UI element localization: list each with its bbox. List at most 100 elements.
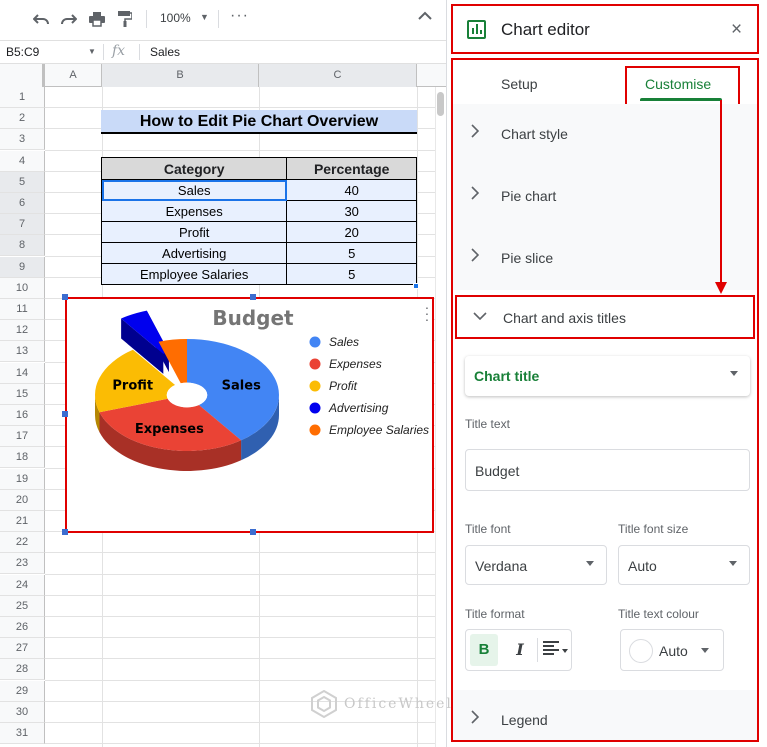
italic-button[interactable]: I: [506, 634, 534, 666]
row-header[interactable]: 11: [0, 299, 45, 320]
grid-line: [45, 658, 435, 660]
selection-fill-handle[interactable]: [413, 283, 419, 289]
row-header[interactable]: 22: [0, 532, 45, 554]
row-header[interactable]: 1: [0, 87, 45, 108]
section-pie-chart[interactable]: Pie chart: [453, 166, 757, 228]
resize-handle[interactable]: [250, 529, 256, 535]
tab-setup[interactable]: Setup: [501, 76, 538, 92]
row-header[interactable]: 17: [0, 426, 45, 448]
chart-menu-icon[interactable]: · · ·: [424, 300, 430, 326]
row-header[interactable]: 31: [0, 723, 45, 744]
colour-swatch: [629, 639, 653, 663]
name-box-caret-icon[interactable]: ▼: [88, 47, 96, 56]
row-header[interactable]: 27: [0, 638, 45, 660]
title-font-select[interactable]: Verdana: [465, 545, 607, 585]
align-caret-icon[interactable]: [562, 649, 568, 653]
sheet-title-cell[interactable]: How to Edit Pie Chart Overview: [101, 110, 417, 134]
scrollbar-thumb[interactable]: [437, 92, 444, 116]
section-label: Pie chart: [501, 188, 557, 204]
row-header[interactable]: 20: [0, 489, 45, 511]
table-cell-category[interactable]: Expenses: [100, 200, 288, 222]
row-header[interactable]: 4: [0, 150, 45, 172]
close-icon[interactable]: ×: [731, 19, 742, 41]
title-type-select[interactable]: Chart title: [465, 356, 750, 396]
more-options-icon[interactable]: ···: [230, 7, 249, 25]
row-header[interactable]: 16: [0, 405, 45, 426]
table-cell-percentage[interactable]: 5: [286, 242, 417, 264]
table-header-category[interactable]: Category: [100, 157, 288, 180]
row-header[interactable]: 30: [0, 701, 45, 723]
row-header[interactable]: 21: [0, 511, 45, 532]
row-header[interactable]: 8: [0, 235, 45, 257]
section-chart-axis-titles[interactable]: Chart and axis titles: [455, 295, 755, 339]
formula-input[interactable]: Sales: [150, 45, 180, 59]
row-header[interactable]: 15: [0, 383, 45, 405]
name-box[interactable]: B5:C9: [6, 45, 39, 59]
row-header[interactable]: 12: [0, 320, 45, 342]
resize-handle[interactable]: [62, 294, 68, 300]
title-font-size-value: Auto: [628, 558, 657, 574]
table-cell-category[interactable]: Sales: [100, 179, 288, 201]
table-cell-category[interactable]: Profit: [100, 221, 288, 243]
row-header[interactable]: 2: [0, 108, 45, 130]
slice-data-label: Sales: [222, 378, 261, 393]
undo-icon[interactable]: [30, 9, 52, 29]
align-icon[interactable]: [543, 641, 559, 655]
vertical-scrollbar[interactable]: [435, 87, 446, 747]
legend-label[interactable]: Profit: [329, 379, 358, 393]
row-header[interactable]: 14: [0, 362, 45, 384]
collapse-toolbar-icon[interactable]: [418, 8, 432, 25]
table-cell-percentage[interactable]: 40: [286, 179, 417, 201]
table-cell-percentage[interactable]: 20: [286, 221, 417, 243]
row-header[interactable]: 23: [0, 553, 45, 575]
title-font-size-select[interactable]: Auto: [618, 545, 750, 585]
row-header[interactable]: 19: [0, 468, 45, 490]
row-header[interactable]: 13: [0, 341, 45, 363]
paint-format-icon[interactable]: [114, 9, 136, 29]
row-header[interactable]: 10: [0, 277, 45, 299]
toolbar-divider: [146, 10, 147, 28]
legend-label[interactable]: Sales: [329, 335, 359, 349]
select-all-corner[interactable]: [0, 64, 45, 87]
chart-title[interactable]: Budget: [212, 306, 294, 330]
table-cell-category[interactable]: Advertising: [100, 242, 288, 264]
dropdown-caret-icon: [701, 648, 709, 653]
row-header[interactable]: 28: [0, 659, 45, 681]
row-header[interactable]: 25: [0, 595, 45, 617]
row-header[interactable]: 5: [0, 171, 45, 193]
row-header[interactable]: 7: [0, 214, 45, 236]
zoom-select[interactable]: 100%: [160, 11, 191, 25]
table-cell-category[interactable]: Employee Salaries: [100, 263, 288, 285]
legend-label[interactable]: Advertising: [328, 401, 389, 415]
pie-chart[interactable]: Budget Sales Expenses Profit Sales Expenses…: [65, 297, 434, 532]
bold-button[interactable]: B: [470, 634, 498, 666]
resize-handle[interactable]: [250, 294, 256, 300]
table-header-percentage[interactable]: Percentage: [286, 157, 417, 180]
title-font-label: Title font: [465, 522, 511, 536]
zoom-caret-icon[interactable]: ▼: [200, 12, 209, 22]
row-header[interactable]: 6: [0, 193, 45, 214]
print-icon[interactable]: [86, 9, 108, 29]
redo-icon[interactable]: [58, 9, 80, 29]
legend-label[interactable]: Employee Salaries: [329, 423, 429, 437]
column-header-b[interactable]: B: [102, 64, 259, 87]
row-header[interactable]: 18: [0, 447, 45, 469]
resize-handle[interactable]: [62, 529, 68, 535]
row-header[interactable]: 29: [0, 680, 45, 702]
title-colour-select[interactable]: Auto: [620, 629, 724, 671]
column-header-a[interactable]: A: [45, 64, 102, 87]
row-header[interactable]: 26: [0, 617, 45, 638]
table-cell-percentage[interactable]: 5: [286, 263, 417, 285]
chart-editor-panel: Chart editor × Setup Customise Chart sty…: [446, 0, 767, 747]
title-text-input[interactable]: Budget: [465, 449, 750, 491]
table-cell-percentage[interactable]: 30: [286, 200, 417, 222]
section-chart-style[interactable]: Chart style: [453, 104, 757, 166]
row-header[interactable]: 24: [0, 574, 45, 596]
resize-handle[interactable]: [62, 411, 68, 417]
section-pie-slice[interactable]: Pie slice: [453, 228, 757, 290]
row-header[interactable]: 9: [0, 256, 45, 278]
row-header[interactable]: 3: [0, 129, 45, 151]
section-legend[interactable]: Legend: [453, 690, 757, 740]
column-header-c[interactable]: C: [259, 64, 417, 87]
legend-label[interactable]: Expenses: [329, 357, 382, 371]
